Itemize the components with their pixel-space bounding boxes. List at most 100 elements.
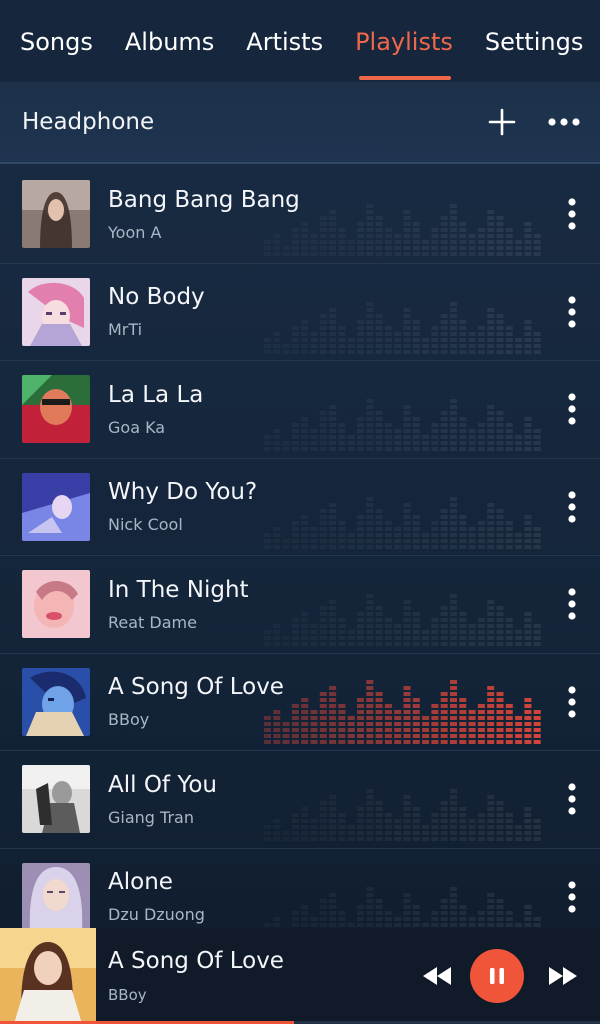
equalizer-segment <box>487 703 495 708</box>
equalizer-segment <box>459 733 467 738</box>
equalizer-segment <box>422 831 430 835</box>
more-vertical-icon[interactable] <box>558 292 586 332</box>
equalizer-segment <box>440 526 448 531</box>
equalizer-segment <box>422 721 430 726</box>
equalizer-segment <box>440 447 448 451</box>
equalizer-segment <box>487 343 495 348</box>
equalizer-segment <box>450 337 457 342</box>
next-icon[interactable] <box>540 953 586 999</box>
equalizer-segment <box>468 252 476 256</box>
more-horizontal-icon[interactable] <box>544 102 584 142</box>
equalizer-segment <box>375 813 383 817</box>
equalizer-segment <box>329 795 337 799</box>
equalizer-segment <box>291 703 299 708</box>
equalizer-segment <box>319 697 327 702</box>
equalizer-segment <box>366 825 374 829</box>
tab-playlists[interactable]: Playlists <box>355 0 453 82</box>
equalizer-segment <box>301 813 308 817</box>
equalizer-segment <box>487 240 495 244</box>
song-row[interactable]: No Body MrTi <box>0 264 600 361</box>
pause-icon[interactable] <box>470 949 524 1003</box>
more-vertical-icon[interactable] <box>558 487 586 527</box>
equalizer-segment <box>319 904 327 909</box>
more-vertical-icon[interactable] <box>558 584 586 624</box>
equalizer-visual <box>264 789 541 841</box>
song-row[interactable]: La La La Goa Ka <box>0 361 600 459</box>
equalizer-segment <box>422 337 430 342</box>
equalizer-segment <box>357 910 364 915</box>
song-row[interactable]: All Of You Giang Tran <box>0 751 600 849</box>
equalizer-segment <box>375 612 383 616</box>
equalizer-segment <box>412 825 420 829</box>
equalizer-segment <box>375 234 383 238</box>
equalizer-segment <box>301 727 309 732</box>
equalizer-segment <box>375 691 383 696</box>
equalizer-segment <box>487 606 495 610</box>
song-row[interactable]: Why Do You? Nick Cool <box>0 459 600 556</box>
equalizer-segment <box>357 514 364 519</box>
equalizer-segment <box>403 612 411 616</box>
equalizer-segment <box>403 307 411 312</box>
equalizer-segment <box>459 417 467 421</box>
equalizer-segment <box>283 350 290 354</box>
equalizer-segment <box>347 630 355 634</box>
song-artist: Goa Ka <box>108 417 166 437</box>
more-vertical-icon[interactable] <box>558 877 586 917</box>
previous-icon[interactable] <box>414 953 460 999</box>
equalizer-segment <box>440 630 448 634</box>
equalizer-segment <box>459 642 467 646</box>
tab-settings[interactable]: Settings <box>485 0 583 82</box>
equalizer-segment <box>292 246 299 250</box>
equalizer-segment <box>487 429 495 433</box>
equalizer-segment <box>422 538 430 543</box>
equalizer-segment <box>319 319 327 324</box>
equalizer-segment <box>403 819 411 823</box>
equalizer-segment <box>394 636 402 640</box>
equalizer-segment <box>273 350 280 354</box>
now-playing-bar[interactable]: A Song Of Love BBoy <box>0 928 600 1024</box>
equalizer-segment <box>412 246 420 250</box>
tab-artists[interactable]: Artists <box>246 0 323 82</box>
equalizer-segment <box>375 819 383 823</box>
equalizer-segment <box>301 923 308 927</box>
equalizer-segment <box>477 246 485 250</box>
equalizer-segment <box>412 325 420 330</box>
equalizer-segment <box>450 331 457 336</box>
equalizer-segment <box>347 636 355 640</box>
equalizer-segment <box>273 441 280 445</box>
more-vertical-icon[interactable] <box>558 194 586 234</box>
song-row[interactable]: In The Night Reat Dame <box>0 556 600 654</box>
equalizer-segment <box>403 252 411 256</box>
equalizer-segment <box>375 441 383 445</box>
more-vertical-icon[interactable] <box>558 779 586 819</box>
equalizer-segment <box>338 337 346 342</box>
equalizer-segment <box>366 831 374 835</box>
equalizer-segment <box>319 240 327 244</box>
equalizer-segment <box>301 252 308 256</box>
equalizer-segment <box>301 721 309 726</box>
tab-songs[interactable]: Songs <box>20 0 93 82</box>
equalizer-segment <box>264 837 271 841</box>
equalizer-segment <box>487 715 495 720</box>
equalizer-segment <box>310 709 318 714</box>
equalizer-segment <box>468 630 476 634</box>
equalizer-segment <box>524 544 532 549</box>
equalizer-segment <box>366 520 374 525</box>
song-row[interactable]: Alone Dzu Dzuong <box>0 849 600 928</box>
equalizer-segment <box>319 916 327 921</box>
more-vertical-icon[interactable] <box>558 682 586 722</box>
equalizer-segment <box>505 642 513 646</box>
tab-albums[interactable]: Albums <box>125 0 214 82</box>
equalizer-segment <box>329 544 337 549</box>
more-vertical-icon[interactable] <box>558 389 586 429</box>
equalizer-segment <box>468 526 476 531</box>
equalizer-segment <box>366 216 374 220</box>
equalizer-segment <box>431 252 439 256</box>
equalizer-segment <box>431 910 439 915</box>
song-row-playing[interactable]: A Song Of Love BBoy <box>0 654 600 751</box>
song-row[interactable]: Bang Bang Bang Yoon A <box>0 166 600 264</box>
equalizer-segment <box>394 727 402 732</box>
plus-icon[interactable] <box>482 102 522 142</box>
equalizer-segment <box>505 837 513 841</box>
equalizer-segment <box>412 733 420 738</box>
